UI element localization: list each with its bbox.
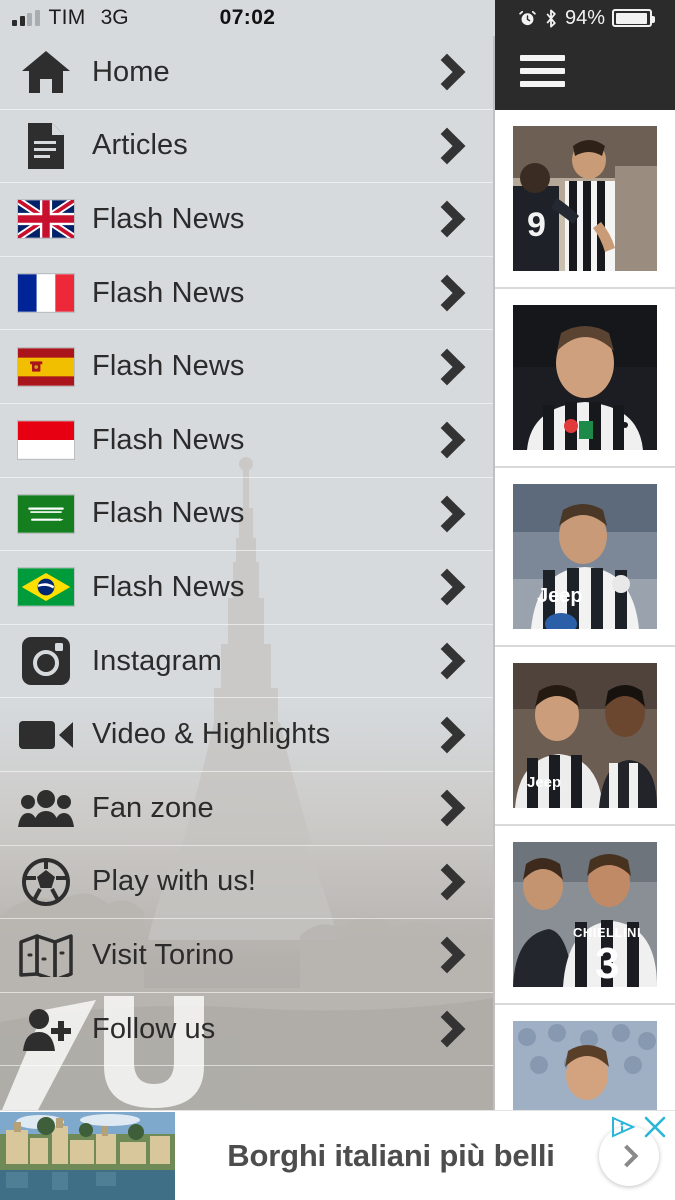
drawer-menu-list[interactable]: Home Articles Flash News Flash News Flas… [0, 36, 493, 1067]
instagram-icon [0, 637, 92, 686]
list-item[interactable]: Jeep [495, 647, 675, 826]
battery-icon [612, 9, 656, 27]
svg-text:CHIELLINI: CHIELLINI [573, 925, 641, 940]
card-photo: Jeep [513, 484, 657, 629]
svg-text:Jeep: Jeep [527, 774, 561, 791]
list-item[interactable]: 9 [495, 110, 675, 289]
chevron-right-icon [407, 716, 493, 754]
sidebar-item-follow-us[interactable]: Follow us [0, 993, 493, 1067]
chevron-right-icon [407, 127, 493, 165]
sidebar-item-play-with-us[interactable]: Play with us! [0, 846, 493, 920]
chevron-right-icon [407, 53, 493, 91]
document-icon [0, 121, 92, 171]
map-icon [0, 933, 92, 978]
add-person-icon [0, 1007, 92, 1052]
flag-france-icon [0, 274, 92, 312]
sidebar-item-label: Fan zone [92, 791, 214, 824]
svg-text:9: 9 [527, 206, 546, 244]
people-group-icon [0, 789, 92, 828]
card-photo: Jeep [513, 663, 657, 808]
chevron-right-icon [407, 642, 493, 680]
battery-percent-label: 94% [564, 6, 606, 29]
chevron-right-icon [407, 274, 493, 312]
chevron-right-icon [407, 569, 493, 606]
chevron-right-icon [407, 789, 493, 827]
flag-spain-icon [0, 348, 92, 386]
sidebar-item-label: Flash News [92, 350, 245, 383]
sidebar-item-label: Flash News [92, 497, 245, 530]
chevron-right-icon [407, 863, 493, 901]
content-pane: 9 Jeep Jeep CHIELLINI 3 [495, 0, 675, 1110]
sidebar-item-label: Instagram [92, 644, 222, 677]
card-photo: CHIELLINI 3 [513, 842, 657, 987]
sidebar-item-video-highlights[interactable]: Video & Highlights [0, 698, 493, 772]
ad-thumbnail [0, 1111, 175, 1200]
list-item[interactable] [495, 289, 675, 468]
app-root: TIM 3G 07:02 94% 9 Jeep Jeep CHIELLINI 3… [0, 0, 675, 1200]
flag-indonesia-icon [0, 421, 92, 459]
card-photo [513, 1021, 657, 1110]
card-photo: 9 [513, 126, 657, 271]
chevron-right-icon [407, 937, 493, 974]
sidebar-item-fan-zone[interactable]: Fan zone [0, 772, 493, 846]
navigation-drawer: Home Articles Flash News Flash News Flas… [0, 36, 495, 1110]
chevron-right-icon [407, 495, 493, 533]
sidebar-item-flash-news-saudi-arabia[interactable]: Flash News [0, 478, 493, 552]
alarm-clock-icon [518, 8, 537, 28]
list-item[interactable]: CHIELLINI 3 [495, 826, 675, 1005]
bluetooth-icon [544, 8, 558, 29]
flag-uk-icon [0, 200, 92, 239]
ad-badges [610, 1115, 667, 1139]
sidebar-item-label: Flash News [92, 423, 245, 456]
sidebar-item-label: Video & Highlights [92, 718, 331, 751]
status-bar-clock: 07:02 [219, 6, 276, 29]
sidebar-item-label: Flash News [92, 276, 245, 309]
sidebar-item-label: Play with us! [92, 865, 257, 898]
card-photo [513, 305, 657, 450]
list-item[interactable] [495, 1005, 675, 1110]
adchoices-icon[interactable] [610, 1116, 636, 1138]
sidebar-item-label: Flash News [92, 202, 245, 235]
video-camera-icon [0, 716, 92, 754]
chevron-right-icon [407, 348, 493, 386]
list-item[interactable]: Jeep [495, 468, 675, 647]
status-bar: TIM 3G 07:02 94% [0, 0, 675, 36]
soccer-ball-icon [0, 857, 92, 906]
news-card-list[interactable]: 9 Jeep Jeep CHIELLINI 3 [495, 110, 675, 1110]
close-x-icon[interactable] [643, 1115, 667, 1139]
sidebar-item-flash-news-france[interactable]: Flash News [0, 257, 493, 331]
sidebar-item-visit-torino[interactable]: Visit Torino [0, 919, 493, 993]
ad-banner[interactable]: Borghi italiani più belli [0, 1110, 675, 1200]
chevron-right-icon [407, 1010, 493, 1048]
sidebar-item-flash-news-indonesia[interactable]: Flash News [0, 404, 493, 478]
sidebar-item-flash-news-spain[interactable]: Flash News [0, 330, 493, 404]
sidebar-item-flash-news-brazil[interactable]: Flash News [0, 551, 493, 625]
flag-brazil-icon [0, 568, 92, 607]
hamburger-menu-icon[interactable] [520, 55, 565, 87]
sidebar-item-instagram[interactable]: Instagram [0, 625, 493, 699]
home-icon [0, 49, 92, 95]
sidebar-item-articles[interactable]: Articles [0, 110, 493, 184]
chevron-right-icon [407, 421, 493, 459]
flag-saudi-arabia-icon [0, 495, 92, 533]
sidebar-item-label: Visit Torino [92, 938, 234, 971]
sidebar-item-label: Home [92, 55, 170, 88]
status-bar-right: 94% [495, 0, 675, 36]
sidebar-item-home[interactable]: Home [0, 36, 493, 110]
sidebar-item-label: Flash News [92, 570, 245, 603]
svg-text:Jeep: Jeep [537, 585, 583, 607]
svg-text:3: 3 [595, 939, 619, 987]
sidebar-item-flash-news-uk[interactable]: Flash News [0, 183, 493, 257]
ad-headline: Borghi italiani più belli [227, 1137, 555, 1173]
sidebar-item-label: Articles [92, 129, 188, 162]
chevron-right-icon [407, 201, 493, 238]
sidebar-item-label: Follow us [92, 1012, 216, 1045]
